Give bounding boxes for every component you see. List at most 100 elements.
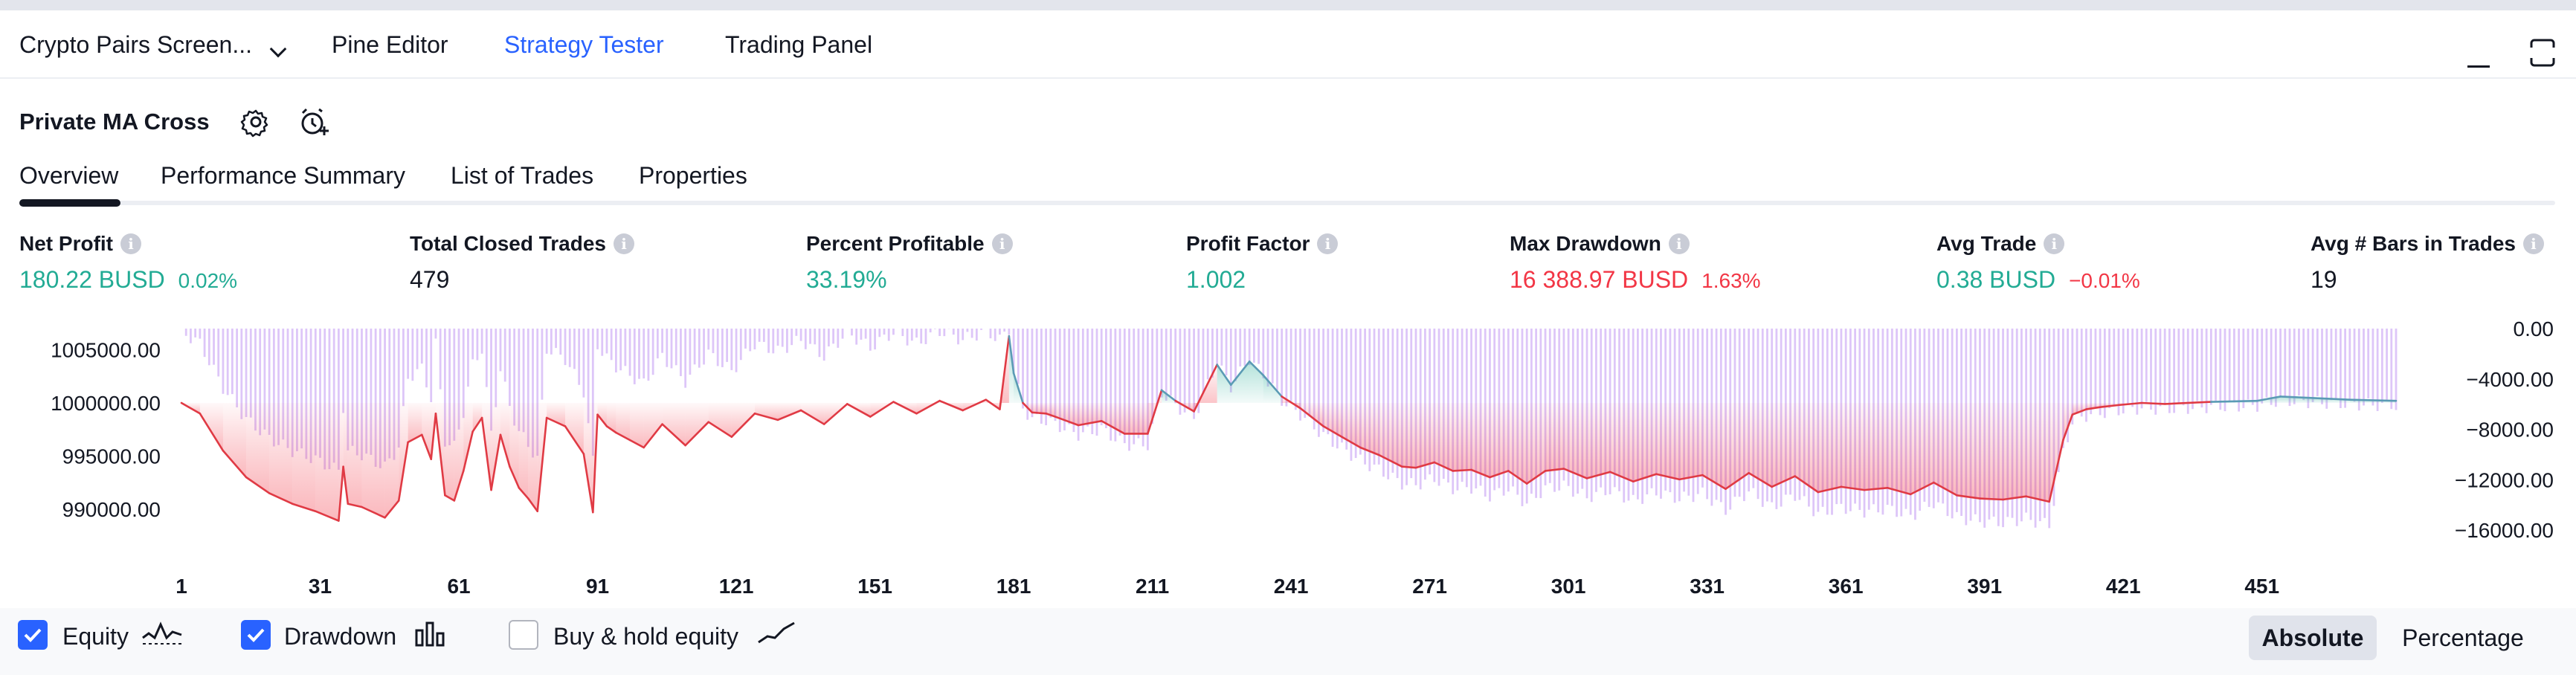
- drawdown-bar: [680, 329, 682, 376]
- info-icon[interactable]: i: [991, 233, 1013, 254]
- drawdown-bar: [2348, 329, 2351, 399]
- equity-label[interactable]: Equity: [62, 623, 129, 650]
- drawdown-bar: [2076, 329, 2078, 414]
- drawdown-bar: [550, 329, 553, 355]
- drawdown-bar: [2321, 329, 2323, 404]
- equity-fill-segment: [708, 403, 732, 437]
- buy-hold-label[interactable]: Buy & hold equity: [553, 623, 738, 650]
- drawdown-bar: [1170, 329, 1172, 396]
- maximize-icon[interactable]: [2527, 37, 2558, 68]
- equity-checkbox[interactable]: [18, 620, 48, 650]
- info-icon[interactable]: i: [2044, 233, 2065, 254]
- add-alert-icon[interactable]: [296, 104, 332, 140]
- drawdown-bar: [1220, 329, 1223, 366]
- y-left-tick-label: 1000000.00: [51, 392, 161, 415]
- x-tick-label: 61: [447, 575, 470, 598]
- equity-fill-segment: [1702, 403, 1726, 489]
- drawdown-bars-icon: [415, 621, 445, 647]
- chevron-down-icon[interactable]: [269, 40, 287, 58]
- x-tick-label: 91: [586, 575, 609, 598]
- drawdown-bar: [2302, 329, 2305, 401]
- info-icon[interactable]: i: [2522, 233, 2544, 254]
- drawdown-bar: [1216, 329, 1219, 367]
- percentage-toggle[interactable]: Percentage: [2389, 616, 2537, 660]
- equity-fill-segment: [1434, 403, 1453, 471]
- drawdown-bar: [2108, 329, 2110, 409]
- drawdown-bar: [661, 329, 663, 353]
- drawdown-bar: [1234, 329, 1237, 381]
- metric-value: 33.19%: [806, 266, 887, 293]
- drawdown-bar: [656, 329, 659, 359]
- metric-sub-value: 0.02%: [178, 269, 238, 292]
- equity-fill-segment: [1887, 403, 1911, 494]
- equity-fill-segment: [1980, 403, 2003, 500]
- drawdown-bar: [703, 329, 705, 365]
- equity-fill-segment: [731, 403, 755, 437]
- drawdown-bar: [2090, 329, 2093, 415]
- drawdown-bar: [2168, 329, 2171, 413]
- buy-hold-checkbox[interactable]: [509, 620, 538, 650]
- drawdown-bar: [217, 329, 220, 377]
- equity-fill-segment: [1101, 403, 1125, 434]
- drawdown-bar: [2330, 329, 2333, 401]
- drawdown-bar: [2247, 329, 2250, 400]
- drawdown-bar: [509, 329, 511, 407]
- y-axis-right: 0.00 −4000.00 −8000.00 −12000.00 −16000.00: [2455, 317, 2554, 542]
- equity-fill-segment: [685, 403, 709, 446]
- drawdown-bar: [2099, 329, 2102, 416]
- drawdown-bar: [684, 329, 687, 388]
- metric-percent-profitable: Percent Profitable i 33.19%: [806, 232, 1013, 294]
- tab-overview[interactable]: Overview: [19, 162, 118, 190]
- drawdown-bar: [628, 329, 631, 376]
- tab-strategy-tester[interactable]: Strategy Tester: [504, 31, 664, 59]
- equity-drawdown-chart[interactable]: 1005000.00 1000000.00 995000.00 990000.00 0…: [0, 312, 2576, 608]
- drawdown-bar: [758, 329, 761, 342]
- equity-fill-segment: [1933, 403, 1957, 496]
- absolute-toggle[interactable]: Absolute: [2249, 616, 2377, 660]
- tab-performance-summary[interactable]: Performance Summary: [161, 162, 405, 190]
- x-tick-label: 211: [1136, 575, 1169, 598]
- tab-trading-panel[interactable]: Trading Panel: [725, 31, 872, 59]
- drawdown-label[interactable]: Drawdown: [284, 623, 396, 650]
- equity-line-icon: [142, 621, 182, 645]
- drawdown-bar: [207, 329, 210, 366]
- gear-icon[interactable]: [238, 104, 274, 140]
- drawdown-bar: [402, 329, 405, 407]
- tab-list-of-trades[interactable]: List of Trades: [451, 162, 593, 190]
- drawdown-bar: [749, 329, 752, 352]
- drawdown-checkbox[interactable]: [241, 620, 271, 650]
- tab-pine-editor[interactable]: Pine Editor: [332, 31, 448, 59]
- equity-fill-segment: [1415, 403, 1434, 468]
- tab-properties[interactable]: Properties: [639, 162, 747, 190]
- drawdown-bar: [712, 329, 715, 354]
- drawdown-bar: [2196, 329, 2199, 401]
- equity-line-segment: [2279, 395, 2305, 399]
- drawdown-bar: [906, 329, 909, 346]
- tab-crypto-pairs-screener[interactable]: Crypto Pairs Screen...: [19, 31, 252, 59]
- drawdown-bar: [2200, 329, 2203, 408]
- metric-sub-value: 1.63%: [1701, 269, 1761, 292]
- info-icon[interactable]: i: [1317, 233, 1339, 254]
- drawdown-bar: [2274, 329, 2277, 407]
- drawdown-bar: [2094, 329, 2097, 408]
- drawdown-bar: [2186, 329, 2189, 414]
- drawdown-bar: [213, 329, 215, 365]
- drawdown-bar: [564, 329, 567, 366]
- equity-fill-segment: [1452, 403, 1472, 471]
- metric-label: Net Profit: [19, 232, 113, 255]
- drawdown-bar: [610, 329, 613, 361]
- info-icon[interactable]: i: [120, 233, 141, 254]
- minimize-icon[interactable]: [2467, 65, 2490, 68]
- drawdown-bar: [495, 329, 498, 407]
- info-icon[interactable]: i: [614, 233, 634, 254]
- drawdown-bar: [1017, 329, 1020, 384]
- drawdown-bar: [2233, 329, 2235, 403]
- drawdown-bar: [2192, 329, 2194, 410]
- drawdown-bar: [430, 329, 433, 402]
- drawdown-bar: [2209, 329, 2212, 405]
- metric-label: Max Drawdown: [1510, 232, 1661, 255]
- drawdown-bar: [670, 329, 673, 369]
- info-icon[interactable]: i: [1668, 233, 1690, 254]
- equity-fill-segment: [662, 403, 686, 446]
- y-right-tick-label: −4000.00: [2466, 368, 2554, 391]
